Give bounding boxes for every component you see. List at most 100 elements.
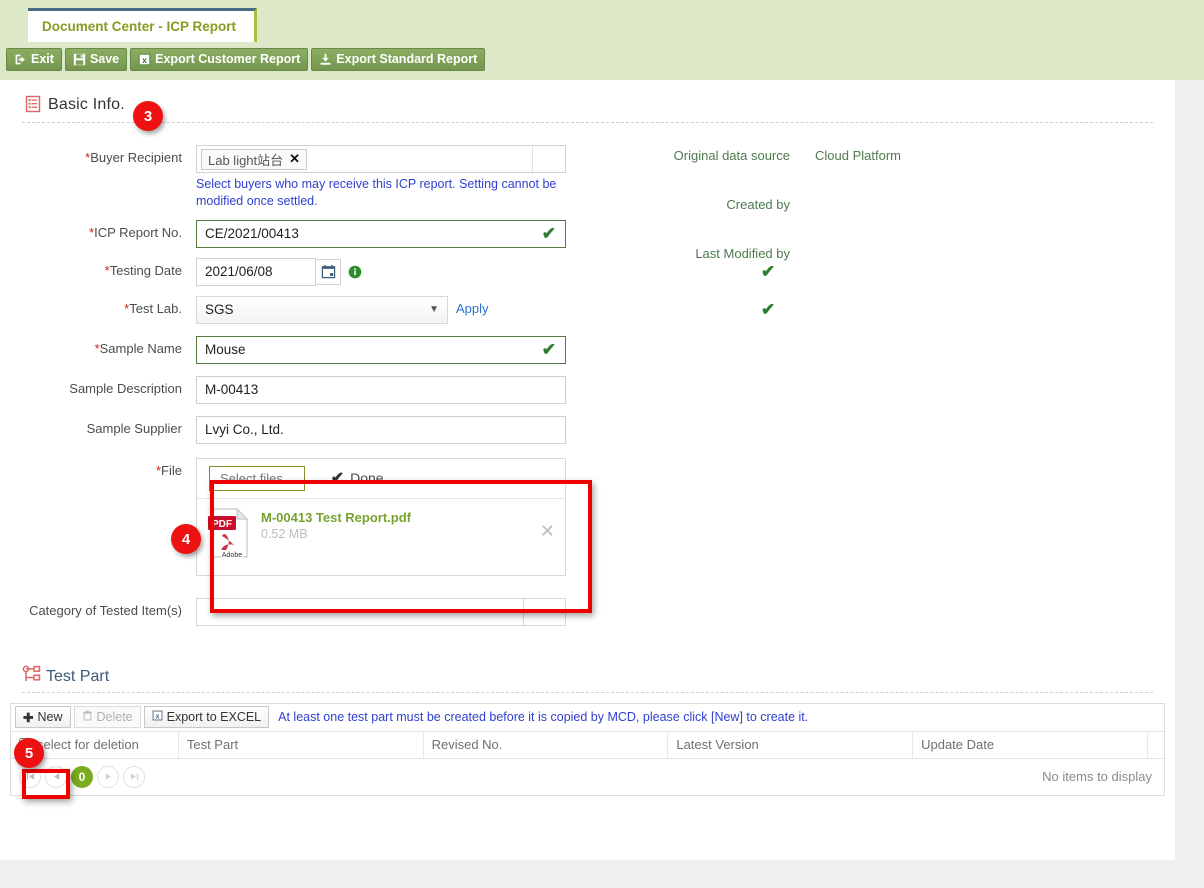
attachment-meta: M-00413 Test Report.pdf 0.52 MB [261,507,540,541]
export-customer-report-button[interactable]: x Export Customer Report [130,48,309,71]
icp-report-no-control: CE/2021/00413 ✔ [196,219,566,248]
field-row-category-of-tested-items: Category of Tested Item(s) [0,597,1175,626]
download-icon [319,53,332,66]
column-header-update-date[interactable]: Update Date [913,731,1148,758]
category-picker-button[interactable] [524,597,566,626]
exit-button[interactable]: Exit [6,48,62,71]
plus-icon: ✚ [23,710,34,725]
apply-link[interactable]: Apply [456,296,489,324]
delete-label: Delete [96,710,133,725]
column-header-revised-no[interactable]: Revised No. [424,731,669,758]
category-of-tested-items-control [196,597,566,626]
upload-status: ✔ Done [331,468,384,488]
column-header-latest-version[interactable]: Latest Version [668,731,914,758]
test-lab-select[interactable]: SGS ▼ [196,295,448,324]
field-row-test-lab: *Test Lab. SGS ▼ Apply ✔ [0,295,1175,324]
testing-date-control: 2021/06/08 ✔ [196,257,775,286]
category-of-tested-items-label: Category of Tested Item(s) [29,602,182,618]
pager-first-button[interactable] [19,765,41,788]
chip-remove-icon[interactable]: ✕ [289,151,300,167]
meta-row-original-data-source: Original data source Cloud Platform [660,145,901,165]
no-items-message: No items to display [1042,769,1152,785]
sample-description-control: M-00413 [196,375,566,404]
check-icon: ✔ [330,470,345,488]
scroll-gutter[interactable] [1175,80,1204,860]
pager-prev-button[interactable] [45,765,67,788]
test-lab-label: *Test Lab. [124,300,182,316]
field-row-icp-report-no: *ICP Report No. CE/2021/00413 ✔ [0,219,1175,248]
created-by-label: Created by [726,196,790,212]
last-modified-by-label: Last Modified by [695,245,790,261]
test-part-note: At least one test part must be created b… [278,710,809,725]
field-row-sample-description: Sample Description M-00413 [0,375,1175,404]
new-label: New [37,710,63,725]
save-label: Save [89,52,120,67]
buyer-recipient-chip[interactable]: Lab light站台 ✕ [201,148,308,170]
trash-icon [82,710,93,724]
basic-info-section-header: Basic Info. [0,80,1175,116]
remove-attachment-icon[interactable]: ✕ [540,507,555,542]
sitemap-icon [22,665,42,688]
meta-row-last-modified-by: Last Modified by [660,243,901,263]
pagination: 0 [19,765,145,788]
field-row-buyer-recipient: *Buyer Recipient Lab light站台 ✕ Select bu… [0,145,1175,210]
test-part-grid-toolbar: ✚ New Delete x Export to EXCEL At least … [11,703,1164,732]
category-of-tested-items-input[interactable] [196,597,524,626]
calendar-icon[interactable] [315,258,341,285]
buyer-recipient-hint: Select buyers who may receive this ICP r… [196,177,557,208]
export-to-excel-label: Export to EXCEL [166,710,262,725]
chip-label: Lab light站台 [208,152,284,168]
pager-last-button[interactable] [123,765,145,788]
export-standard-report-label: Export Standard Report [336,52,478,67]
pager-current-page[interactable]: 0 [71,765,93,788]
field-row-sample-name: *Sample Name Mouse ✔ [0,335,1175,364]
tab-label: Document Center - ICP Report [42,19,237,34]
buyer-recipient-multiselect[interactable]: Lab light站台 ✕ [196,145,566,173]
pdf-file-icon: PDF Adobe [207,507,253,559]
chevron-down-icon: ▼ [429,304,439,316]
icp-report-no-input[interactable]: CE/2021/00413 [196,219,566,248]
testing-date-input[interactable]: 2021/06/08 [196,257,316,286]
original-data-source-label: Original data source [673,147,790,163]
export-standard-report-button[interactable]: Export Standard Report [311,48,486,71]
attachment-name[interactable]: M-00413 Test Report.pdf [261,510,411,525]
buyer-recipient-control: Lab light站台 ✕ Select buyers who may rece… [196,145,566,210]
sample-description-label: Sample Description [69,380,182,396]
testing-date-label: *Testing Date [104,262,182,278]
annotation-badge-4: 4 [171,524,201,554]
field-row-file: *File Select files... ✔ Done PDF Adobe M… [0,457,1175,576]
basic-info-title: Basic Info. [48,96,125,113]
icp-report-no-valid-icon: ✔ [541,223,556,243]
file-upload-box: Select files... ✔ Done PDF Adobe M-00413… [196,457,566,576]
sample-supplier-input[interactable]: Lvyi Co., Ltd. [196,415,566,444]
save-disk-icon [73,53,86,66]
export-customer-report-label: Export Customer Report [155,52,301,67]
test-part-grid: ✚ New Delete x Export to EXCEL At least … [10,702,1165,796]
export-to-excel-button[interactable]: x Export to EXCEL [143,706,270,729]
info-icon[interactable] [348,265,362,279]
column-header-spacer [1148,732,1164,758]
new-button[interactable]: ✚ New [15,706,71,729]
pager-next-button[interactable] [97,765,119,788]
test-lab-control: SGS ▼ Apply ✔ [196,295,775,324]
test-part-title: Test Part [46,667,110,685]
exit-label: Exit [31,52,54,67]
svg-text:Adobe: Adobe [222,552,242,559]
sample-name-input[interactable]: Mouse [196,335,566,364]
save-button[interactable]: Save [64,48,128,71]
test-part-grid-footer: 0 No items to display [11,758,1164,795]
meta-row-created-by: Created by [660,194,901,214]
exit-icon [14,53,27,66]
file-upload-toolbar: Select files... ✔ Done [197,459,565,499]
sample-description-input[interactable]: M-00413 [196,375,566,404]
icp-report-no-label: *ICP Report No. [89,224,182,240]
sample-supplier-control: Lvyi Co., Ltd. [196,415,566,444]
upload-status-label: Done [350,470,384,487]
test-part-divider [22,691,1153,693]
select-files-button[interactable]: Select files... [209,465,305,491]
tab-document-center-icp-report[interactable]: Document Center - ICP Report [28,8,258,42]
sample-name-control: Mouse ✔ [196,335,566,364]
attachment-row: PDF Adobe M-00413 Test Report.pdf 0.52 M… [197,499,565,575]
excel-icon: x [152,710,163,724]
column-header-test-part[interactable]: Test Part [179,731,424,758]
